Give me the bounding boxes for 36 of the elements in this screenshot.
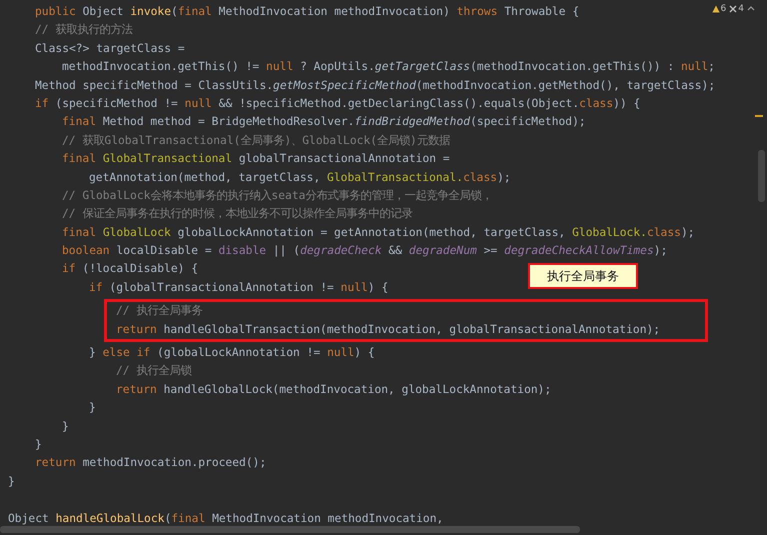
code-line: } xyxy=(89,400,96,416)
code-line: return methodInvocation.proceed(); xyxy=(35,455,266,472)
code-line: } xyxy=(35,436,42,453)
code-line: return handleGlobalLock(methodInvocation, globalLockAnnotation); xyxy=(116,382,552,398)
code-comment: // 保证全局事务在执行的时候，本地业务不可以操作全局事务中的记录 xyxy=(62,206,412,222)
callout-note: 执行全局事务 xyxy=(528,263,638,289)
code-line: public Object invoke(final MethodInvocation methodInvocation) throws Throwable { xyxy=(35,4,580,20)
code-line: final Method method = BridgeMethodResolver.findBridgedMethod(specificMethod); xyxy=(62,114,586,130)
code-line: if (!localDisable) { xyxy=(62,261,198,278)
code-comment: // 执行全局锁 xyxy=(116,363,192,380)
code-line: getAnnotation(method, targetClass, GlobalTransactional.class); xyxy=(89,170,511,186)
code-comment: // 执行全局事务 xyxy=(116,303,202,320)
vertical-scrollbar[interactable] xyxy=(758,150,765,202)
horizontal-scrollbar[interactable] xyxy=(0,526,580,533)
code-line: final GlobalTransactional globalTransactionalAnnotation = xyxy=(62,151,450,168)
chevron-icon[interactable] xyxy=(747,5,755,13)
inspection-count[interactable]: 4 xyxy=(738,4,744,14)
warning-icon xyxy=(712,5,720,13)
code-line: return handleGlobalTransaction(methodInvocation, globalTransactionalAnnotation); xyxy=(116,322,660,338)
code-line: Object handleGlobalLock(final MethodInvocation methodInvocation, xyxy=(8,510,444,527)
code-line: } xyxy=(62,418,69,435)
code-line: if (globalTransactionalAnnotation != null) { xyxy=(89,280,388,296)
code-comment: // GlobalLock会将本地事务的执行纳入seata分布式事务的管理，一起竞争全局锁， xyxy=(62,188,492,204)
code-line: } xyxy=(8,474,15,490)
code-line: final GlobalLock globalLockAnnotation = getAnnotation(method, targetClass, GlobalLock.class); xyxy=(62,224,695,241)
code-line: boolean localDisable = disable || (degradeCheck && degradeNum >= degradeCheckAllowTimes); xyxy=(62,243,668,260)
cross-icon xyxy=(729,5,738,13)
code-line: } else if (globalLockAnnotation != null) { xyxy=(89,345,375,362)
code-line: Class<?> targetClass = xyxy=(35,40,185,57)
code-line: methodInvocation.getThis() != null ? AopUtils.getTargetClass(methodInvocation.getThis()) : null; xyxy=(62,59,715,76)
warning-marker[interactable] xyxy=(755,115,763,117)
code-line: Method specificMethod = ClassUtils.getMostSpecificMethod(methodInvocation.getMethod(), targetClass); xyxy=(35,78,716,94)
code-line: if (specificMethod != null && !specificMethod.getDeclaringClass().equals(Object.class)) { xyxy=(35,96,640,112)
code-comment: // 获取执行的方法 xyxy=(35,22,132,38)
code-comment: // 获取GlobalTransactional(全局事务)、GlobalLock(全局锁)元数据 xyxy=(62,132,450,149)
inspection-count[interactable]: 6 xyxy=(720,4,726,14)
